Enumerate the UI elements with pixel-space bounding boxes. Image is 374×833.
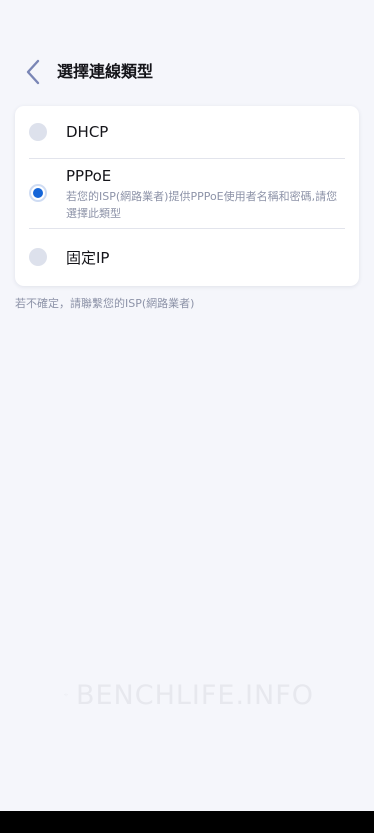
back-button[interactable]: [18, 54, 48, 90]
radio-dhcp[interactable]: [29, 123, 47, 141]
header: 選擇連線類型: [0, 54, 374, 90]
watermark-logo-icon: [64, 693, 68, 697]
option-static-ip-label: 固定IP: [66, 249, 110, 267]
option-dhcp[interactable]: DHCP: [15, 106, 359, 158]
page-title: 選擇連線類型: [57, 62, 154, 81]
watermark: BENCHLIFE.INFO: [64, 678, 314, 712]
radio-pppoe[interactable]: [29, 184, 47, 202]
radio-static-ip[interactable]: [29, 248, 47, 266]
option-static-ip[interactable]: 固定IP: [15, 229, 359, 286]
option-pppoe-description: 若您的ISP(網路業者)提供PPPoE使用者名稱和密碼,請您選擇此類型: [66, 190, 338, 220]
option-dhcp-label: DHCP: [66, 123, 109, 141]
screen: 選擇連線類型 DHCP PPPoE 若您的ISP(網路業者)提供PPPoE使用者…: [0, 0, 374, 833]
chevron-left-icon: [26, 59, 40, 85]
option-pppoe-label: PPPoE: [66, 167, 112, 185]
system-nav-bar: [0, 811, 374, 833]
option-pppoe[interactable]: PPPoE 若您的ISP(網路業者)提供PPPoE使用者名稱和密碼,請您選擇此類…: [15, 159, 359, 228]
watermark-text: BENCHLIFE.INFO: [75, 679, 314, 711]
connection-type-list: DHCP PPPoE 若您的ISP(網路業者)提供PPPoE使用者名稱和密碼,請…: [15, 106, 359, 286]
hint-text: 若不確定，請聯繫您的ISP(網路業者): [15, 297, 195, 310]
